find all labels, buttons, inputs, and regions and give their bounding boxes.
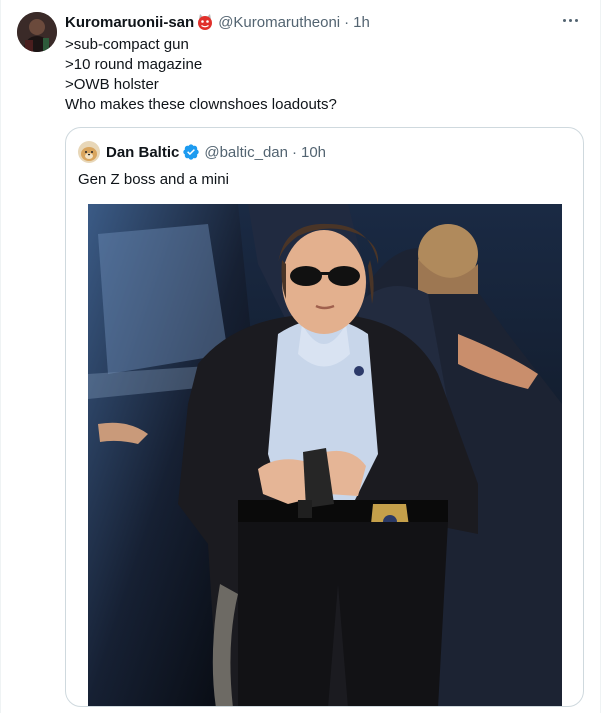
more-options-icon[interactable] — [558, 10, 582, 30]
quoted-author-avatar[interactable] — [78, 141, 100, 163]
red-oni-emoji-icon — [196, 13, 214, 31]
quoted-tweet-header: Dan Baltic @baltic_dan · 10h — [78, 140, 326, 164]
quoted-tweet-text: Gen Z boss and a mini — [78, 171, 229, 188]
tweet-line: >sub-compact gun — [65, 36, 189, 53]
author-avatar[interactable] — [17, 12, 57, 52]
tweet-line: >10 round magazine — [65, 56, 203, 73]
tweet-text: >sub-compact gun >10 round magazine >OWB… — [65, 35, 585, 115]
tweet-header: Kuromaruonii-san @Kuromarutheoni · 1h — [65, 12, 370, 32]
separator-dot: · — [291, 143, 297, 161]
quoted-author-handle[interactable]: @baltic_dan — [204, 144, 288, 161]
tweet-timestamp[interactable]: 1h — [353, 14, 370, 31]
verified-badge-icon — [182, 143, 200, 161]
tweet-line: >OWB holster — [65, 76, 159, 93]
author-handle[interactable]: @Kuromarutheoni — [218, 14, 340, 31]
separator-dot: · — [344, 13, 350, 31]
tweet[interactable]: Kuromaruonii-san @Kuromarutheoni · 1h >s… — [0, 0, 601, 713]
quoted-tweet[interactable]: Dan Baltic @baltic_dan · 10h Gen Z boss … — [65, 127, 584, 707]
quoted-tweet-photo[interactable] — [88, 204, 562, 706]
quoted-tweet-timestamp[interactable]: 10h — [301, 144, 326, 161]
author-display-name[interactable]: Kuromaruonii-san — [65, 14, 194, 31]
quoted-author-display-name[interactable]: Dan Baltic — [106, 144, 179, 161]
tweet-line: Who makes these clownshoes loadouts? — [65, 96, 337, 113]
